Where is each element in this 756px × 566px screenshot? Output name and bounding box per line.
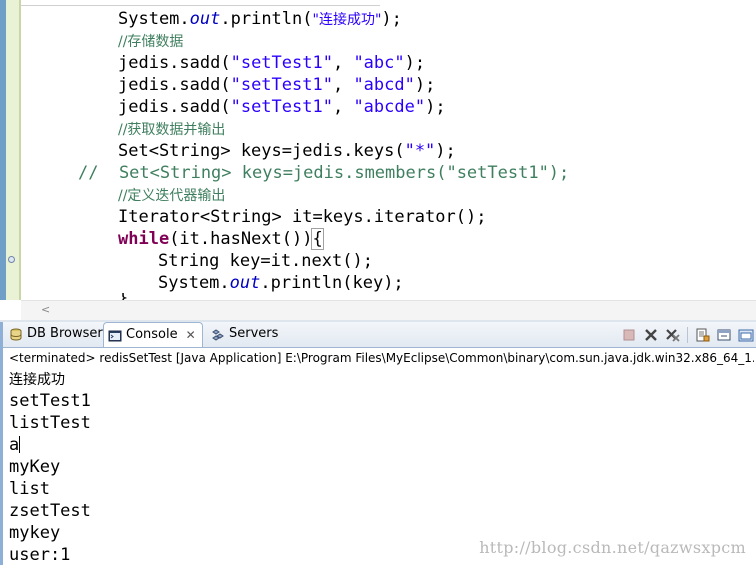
line-commented-smembers: // Set<String> keys=jedis.smembers("setT… — [78, 162, 569, 184]
code-token: "*" — [404, 141, 436, 161]
close-icon[interactable]: ✕ — [186, 323, 196, 347]
code-token: (it.hasNext()) — [169, 229, 313, 249]
line-comment-fetch: //获取数据并输出 — [118, 118, 225, 140]
console-output-text: setTest1 — [9, 391, 91, 411]
code-token: , — [332, 53, 354, 73]
editor-horizontal-scrollbar[interactable]: < — [21, 300, 756, 321]
code-token: "setTest1" — [230, 75, 333, 95]
console-toolbar — [621, 326, 754, 344]
tab-console-label: Console — [126, 327, 178, 342]
console-output-line: user:1 — [9, 544, 70, 566]
scroll-left-arrow-icon[interactable]: < — [41, 301, 50, 321]
line-println-key: System.out.println(key); — [158, 272, 404, 294]
stop-icon[interactable] — [621, 327, 637, 343]
console-status-line: <terminated> redisSetTest [Java Applicat… — [9, 351, 754, 365]
console-output-text: user:1 — [9, 545, 71, 565]
code-token: { — [311, 228, 324, 250]
line-comment-iterator: //定义迭代器输出 — [118, 184, 225, 206]
line-sadd-2: jedis.sadd("setTest1", "abcd"); — [118, 74, 435, 96]
code-token: "abcd" — [353, 75, 415, 95]
code-token: "setTest1" — [230, 53, 333, 73]
code-token: Iterator<String> it=keys.iterator(); — [118, 207, 487, 227]
console-output-text: a — [9, 435, 20, 455]
line-iterator: Iterator<String> it=keys.iterator(); — [118, 206, 486, 228]
code-token: ); — [425, 97, 446, 117]
console-output-text: listTest — [9, 413, 91, 433]
console-output-text: 连接成功 — [9, 372, 65, 388]
console-output-line: zsetTest — [9, 500, 91, 522]
code-token: System. — [158, 273, 230, 293]
code-token: .println( — [220, 9, 313, 29]
watermark: http://blog.csdn.net/qazwsxpcm — [479, 538, 746, 557]
line-println-success: System.out.println("连接成功"); — [118, 8, 402, 30]
code-token: "连接成功" — [312, 12, 382, 28]
code-token: jedis.sadd( — [118, 53, 231, 73]
console-icon — [108, 328, 122, 342]
code-token: String key=it.next(); — [158, 251, 373, 271]
console-output-line: list — [9, 478, 50, 500]
code-token: System. — [118, 9, 190, 29]
tab-db-browser[interactable]: DB Browser — [5, 322, 109, 346]
console-output-line: mykey — [9, 522, 60, 544]
console-output-text: mykey — [9, 523, 61, 543]
code-token: while — [118, 229, 170, 249]
code-token: "setTest1" — [230, 97, 333, 117]
console-output-line: listTest — [9, 412, 91, 434]
code-token: ); — [435, 141, 456, 161]
console-output-line: setTest1 — [9, 390, 91, 412]
open-console-icon[interactable] — [738, 327, 754, 343]
console-output-line: 连接成功 — [9, 368, 65, 390]
code-token: , — [332, 97, 354, 117]
console-output-text: myKey — [9, 457, 61, 477]
tab-servers-label: Servers — [229, 326, 279, 341]
code-token: //存储数据 — [118, 34, 184, 50]
line-sadd-1: jedis.sadd("setTest1", "abc"); — [118, 52, 425, 74]
database-icon — [9, 327, 23, 341]
remove-launch-icon[interactable] — [643, 327, 659, 343]
line-next: String key=it.next(); — [158, 250, 373, 272]
text-cursor — [19, 436, 21, 453]
code-tail-brace: } — [118, 293, 128, 300]
code-token: .println(key); — [260, 273, 404, 293]
code-token: ); — [381, 9, 402, 29]
console-view: DB Browser Console ✕ Servers <terminated… — [0, 322, 756, 565]
tab-console[interactable]: Console ✕ — [103, 322, 203, 347]
code-token: ); — [404, 53, 426, 73]
show-console-icon[interactable] — [716, 327, 732, 343]
console-output-text: zsetTest — [9, 501, 91, 521]
code-editor[interactable]: System.out.println("连接成功");//存储数据 jedis.s… — [0, 0, 756, 322]
code-token: jedis.sadd( — [118, 75, 231, 95]
servers-icon — [211, 327, 225, 341]
code-token: "abc" — [353, 53, 405, 73]
fold-marker-icon[interactable] — [8, 256, 15, 263]
scroll-lock-icon[interactable] — [694, 327, 710, 343]
code-token: , — [332, 75, 354, 95]
tab-servers[interactable]: Servers — [207, 322, 284, 346]
view-tab-bar: DB Browser Console ✕ Servers — [3, 322, 756, 348]
line-keys: Set<String> keys=jedis.keys("*"); — [118, 140, 456, 162]
gutter-separator — [19, 0, 21, 300]
code-token: out — [189, 9, 221, 29]
cut-off-line-above — [20, 0, 380, 6]
console-output-text: list — [9, 479, 50, 499]
line-while: while(it.hasNext()){ — [118, 228, 324, 250]
code-token: ); — [414, 75, 436, 95]
editor-gutter — [6, 0, 19, 300]
code-token: //获取数据并输出 — [118, 122, 226, 138]
remove-all-terminated-icon[interactable] — [665, 327, 681, 343]
tab-db-browser-label: DB Browser — [27, 326, 103, 341]
line-sadd-3: jedis.sadd("setTest1", "abcde"); — [118, 96, 446, 118]
code-token: "abcde" — [353, 97, 426, 117]
code-token: jedis.sadd( — [118, 97, 231, 117]
line-comment-store: //存储数据 — [118, 30, 183, 52]
console-output-line: a — [9, 434, 21, 456]
code-token: //定义迭代器输出 — [118, 188, 226, 204]
code-token: Set<String> keys=jedis.keys( — [118, 141, 405, 161]
toolbar-separator — [687, 327, 688, 343]
code-token: // Set<String> keys=jedis.smembers("setT… — [78, 163, 570, 183]
code-token: out — [229, 273, 261, 293]
console-output-line: myKey — [9, 456, 60, 478]
